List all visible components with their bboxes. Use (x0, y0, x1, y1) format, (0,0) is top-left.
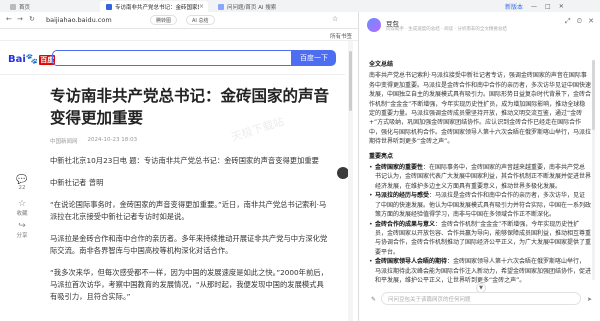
maximize-icon[interactable]: □ (545, 3, 551, 10)
paragraph: “在说论国际事务时，金砖国家的声音变得更加重要。”近日，南非共产党总书记索利·马… (50, 200, 327, 221)
list-item: • 马派拉的经历与感受：马派拉是金砖合作和南中合作的亲历者，多次访华，见证了中国的… (369, 192, 592, 219)
all-bookmarks-link[interactable]: 所有书签 (330, 32, 352, 40)
screenshot-button[interactable]: 腾转图 (150, 15, 178, 25)
article-date: 2024-10-23 18:03 (87, 137, 138, 143)
paragraph: 中新社北京10月23日电 题：专访南非共产党总书记：金砖国家的声音变得更加重要 (50, 156, 319, 165)
assistant-scrollbar[interactable] (592, 60, 595, 280)
article-meta: 中国新闻网 2024-10-23 18:03 (50, 137, 330, 145)
list-item: • 金砖合作的成果与意义：金砖合作机制“金金金”不断增强，今年实现历史性扩员，金砖… (369, 220, 592, 256)
tab-article[interactable]: 专访南非共产党总书记：金砖国家的声音 × (100, 1, 208, 12)
assistant-subtitle: 问答助手 · 生成速度的总结 · 阅读 · 分析南非的全文精要总结 (386, 27, 507, 32)
list-item: • 金砖国家领导人会晤的期待：金砖国家领导人第十六次会晤在俄罗斯喀山举行，马派拉期… (369, 258, 592, 284)
share-icon: ↪ (18, 221, 26, 231)
list-item: • 金砖国家的重要性：在国际事务中，金砖国家的声音越来越重要，南非共产党总书记认为… (369, 164, 592, 190)
tab-ai-search[interactable]: 问问题/首页 AI 搜索 (212, 1, 302, 12)
assistant-toolbar: ⤢ ⏲ ✕ (565, 17, 594, 26)
divider (0, 74, 345, 75)
baidu-favicon-icon (106, 3, 112, 10)
new-version-badge[interactable]: 新版本 (505, 2, 523, 11)
assistant-avatar (367, 18, 381, 32)
ai-summary-button[interactable]: AI 总结 (186, 15, 215, 25)
minimize-icon[interactable]: — (531, 3, 537, 10)
attachment-icon[interactable]: ✎ (371, 296, 376, 303)
favorite-action[interactable]: ☆ 收藏 (10, 199, 34, 217)
share-action[interactable]: ↪ 分享 (10, 221, 34, 239)
window-controls: 新版本 — □ ✕ (505, 0, 564, 12)
tab-bar: 首页 专访南非共产党总书记：金砖国家的声音 × 问问题/首页 AI 搜索 新版本… (0, 0, 600, 12)
star-icon: ☆ (17, 199, 27, 209)
chat-input[interactable]: 问问豆包关于该篇网页的任何问题 (381, 292, 581, 305)
tab-label: 专访南非共产党总书记：金砖国家的声音 (115, 4, 199, 11)
assistant-response: 全文总结 南非共产党总书记索利·马派拉接受中新社记者专访，强调金砖国家的声音在国… (369, 60, 591, 285)
summary-text: 南非共产党总书记索利·马派拉接受中新社记者专访，强调金砖国家的声音在国际事务中变… (369, 72, 592, 146)
highlights-heading: 重要亮点 (369, 152, 394, 160)
close-window-icon[interactable]: ✕ (559, 3, 564, 10)
history-icon[interactable]: ⏲ (577, 17, 582, 26)
baidu-logo[interactable]: Bai 🐾 百度 (8, 54, 56, 65)
star-icon[interactable]: ☆ (332, 15, 338, 23)
assistant-panel: 豆包 问答助手 · 生成速度的总结 · 阅读 · 分析南非的全文精要总结 ⤢ ⏲… (359, 12, 600, 321)
paragraph: 中新社记者 曾明 (50, 178, 104, 187)
scrollbar-thumb[interactable] (349, 51, 352, 111)
paragraph: 马派拉是金砖合作和南中合作的亲历者。多年来持续推动开展证非共产党与中方深化党际交… (50, 234, 328, 255)
reload-icon[interactable]: ↻ (29, 15, 35, 23)
search-input[interactable] (52, 50, 292, 66)
article-pane: Bai 🐾 百度 百度一下 💬 22 ☆ 收藏 ↪ 分享 专访南非共产党总书记：金砖… (0, 41, 358, 321)
expand-icon[interactable]: ⤢ (565, 17, 571, 26)
tab-label: 问问题/首页 AI 搜索 (227, 4, 277, 11)
article-title: 专访南非共产党总书记：金砖国家的声音变得更加重要 (50, 87, 330, 127)
bookmarks-bar: 所有书签 (0, 29, 358, 41)
article-source[interactable]: 中国新闻网 (50, 137, 78, 145)
send-icon[interactable]: ➤ (587, 296, 592, 303)
article-body: 专访南非共产党总书记：金砖国家的声音变得更加重要 中国新闻网 2024-10-2… (50, 85, 330, 303)
paragraph: “我多次来华，但每次感受都不一样，因为中国的发展速度是如此之快。”2000年前后… (50, 268, 328, 301)
page-icon (10, 3, 16, 10)
assistant-header: 豆包 问答助手 · 生成速度的总结 · 阅读 · 分析南非的全文精要总结 ⤢ ⏲… (359, 12, 600, 42)
scrollbar[interactable] (348, 41, 353, 321)
ai-icon (218, 3, 224, 10)
search-button[interactable]: 百度一下 (292, 50, 336, 66)
tab-label: 首页 (19, 4, 31, 11)
address-bar: ← → ↻ baijiahao.baidu.com 腾转图 AI 总结 ☆ (0, 12, 358, 29)
forward-icon[interactable]: → (17, 15, 23, 23)
back-icon[interactable]: ← (6, 15, 12, 23)
summary-heading: 全文总结 (369, 61, 394, 68)
close-icon[interactable]: × (199, 3, 204, 10)
tab-home[interactable]: 首页 (4, 1, 96, 12)
comment-icon: 💬 (16, 175, 28, 185)
comment-action[interactable]: 💬 22 (10, 175, 34, 191)
close-icon[interactable]: ✕ (588, 17, 594, 26)
scrollbar-thumb[interactable] (592, 60, 595, 130)
